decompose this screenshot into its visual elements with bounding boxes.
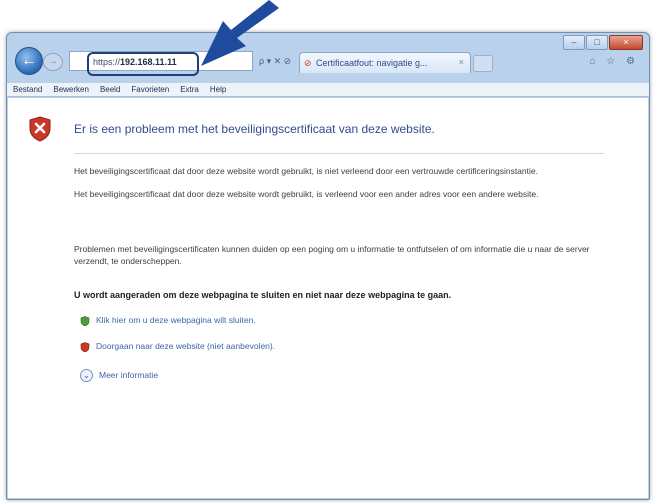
continue-link[interactable]: Doorgaan naar deze website (niet aanbevo… xyxy=(80,341,275,352)
menu-favorites[interactable]: Favorieten xyxy=(131,83,169,96)
chevron-down-icon: ⌄ xyxy=(80,369,93,382)
back-arrow-icon: ← xyxy=(21,52,37,69)
green-shield-icon xyxy=(80,315,90,326)
red-shield-icon xyxy=(80,341,90,352)
tab-close-icon[interactable]: × xyxy=(459,57,464,67)
tab-title: Certificaatfout: navigatie g... xyxy=(316,58,428,68)
menu-tools[interactable]: Extra xyxy=(180,83,199,96)
menu-bar: Bestand Bewerken Beeld Favorieten Extra … xyxy=(7,83,649,97)
browser-window: – □ × ← → https://192.168.11.11 ρ ▾ ✕ ⊘ … xyxy=(6,32,650,500)
shield-error-icon xyxy=(29,116,51,142)
explanation-risk: Problemen met beveiligingscertificaten k… xyxy=(74,244,590,266)
menu-help[interactable]: Help xyxy=(210,83,226,96)
new-tab-button[interactable] xyxy=(473,55,493,72)
menu-view[interactable]: Beeld xyxy=(100,83,120,96)
close-page-link[interactable]: Klik hier om u deze webpagina wilt sluit… xyxy=(80,315,256,326)
divider xyxy=(74,153,604,154)
browser-tab[interactable]: ⊘ Certificaatfout: navigatie g... × xyxy=(299,52,471,73)
toolbar-icons[interactable]: ⌂ ☆ ⚙ xyxy=(589,56,639,67)
more-info-link[interactable]: ⌄ Meer informatie xyxy=(80,369,158,382)
forward-arrow-icon: → xyxy=(48,56,58,67)
page-content: Er is een probleem met het beveiligingsc… xyxy=(8,98,648,498)
close-page-label: Klik hier om u deze webpagina wilt sluit… xyxy=(96,315,256,325)
navigation-bar: ← → https://192.168.11.11 ρ ▾ ✕ ⊘ ⊘ Cert… xyxy=(7,43,649,83)
explanation-untrusted: Het beveiligingscertificaat dat door dez… xyxy=(74,166,538,176)
address-actions[interactable]: ρ ▾ ✕ ⊘ xyxy=(259,56,291,67)
back-button[interactable]: ← xyxy=(15,47,43,75)
menu-edit[interactable]: Bewerken xyxy=(53,83,89,96)
more-info-label: Meer informatie xyxy=(99,369,159,380)
menu-file[interactable]: Bestand xyxy=(13,83,42,96)
address-highlight-box xyxy=(87,52,199,76)
recommendation-text: U wordt aangeraden om deze webpagina te … xyxy=(74,290,452,300)
forward-button[interactable]: → xyxy=(43,53,63,71)
certificate-error-icon: ⊘ xyxy=(304,58,312,68)
continue-label: Doorgaan naar deze website (niet aanbevo… xyxy=(96,341,276,351)
page-title: Er is een probleem met het beveiligingsc… xyxy=(74,122,435,136)
explanation-mismatch: Het beveiligingscertificaat dat door dez… xyxy=(74,189,539,199)
